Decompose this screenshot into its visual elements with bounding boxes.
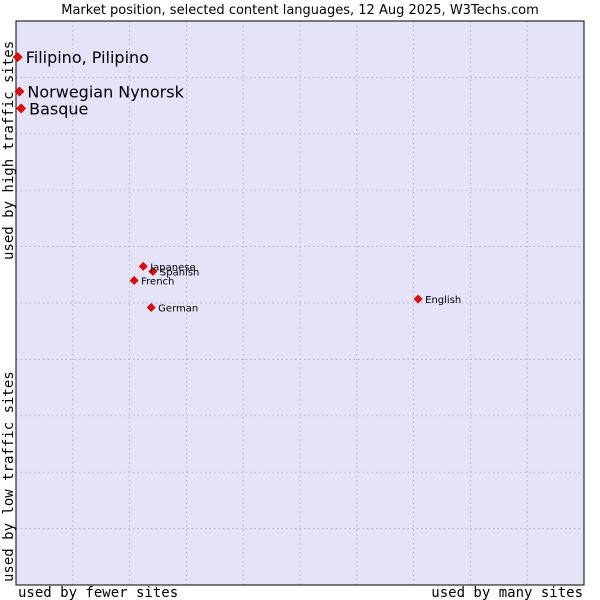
x-axis-label-right: used by many sites	[431, 585, 583, 600]
market-position-chart: Market position, selected content langua…	[1, 3, 585, 600]
data-point-label: Basque	[29, 99, 88, 118]
data-point-label: English	[425, 295, 461, 306]
chart-title: Market position, selected content langua…	[61, 3, 539, 18]
y-axis-label-bottom: used by low traffic sites	[1, 371, 17, 582]
x-axis-label-left: used by fewer sites	[18, 585, 178, 600]
data-point-label: French	[141, 276, 174, 287]
y-axis-label-top: used by high traffic sites	[1, 41, 17, 260]
data-point-label: German	[158, 304, 198, 315]
data-point-label: Filipino, Pilipino	[26, 48, 149, 67]
